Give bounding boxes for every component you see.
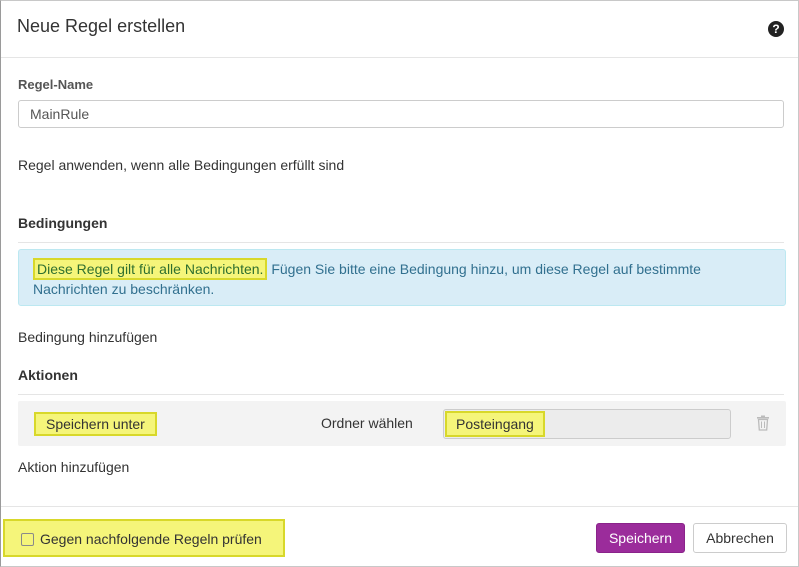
folder-select[interactable]: Posteingang xyxy=(443,409,731,439)
save-button[interactable]: Speichern xyxy=(596,523,685,553)
action-type-select[interactable]: Speichern unter xyxy=(34,412,157,436)
conditions-title: Bedingungen xyxy=(18,215,108,231)
rule-name-input[interactable] xyxy=(18,100,784,128)
alert-highlight-text: Diese Regel gilt für alle Nachrichten. xyxy=(33,258,268,280)
apply-condition-text: Regel anwenden, wenn alle Bedingungen er… xyxy=(18,157,345,173)
continue-rules-checkbox[interactable] xyxy=(21,533,34,546)
actions-divider xyxy=(18,394,784,395)
cancel-button[interactable]: Abbrechen xyxy=(693,523,787,553)
conditions-divider xyxy=(18,242,784,243)
dialog-footer: Gegen nachfolgende Regeln prüfen Speiche… xyxy=(1,506,798,567)
actions-title: Aktionen xyxy=(18,367,78,383)
folder-select-value: Posteingang xyxy=(445,411,545,437)
continue-rules-checkbox-wrap[interactable]: Gegen nachfolgende Regeln prüfen xyxy=(3,519,285,557)
create-rule-dialog: Neue Regel erstellen ? Regel-Name Regel … xyxy=(0,0,799,567)
dialog-title: Neue Regel erstellen xyxy=(17,16,186,36)
trash-icon[interactable] xyxy=(756,415,770,431)
folder-label: Ordner wählen xyxy=(321,415,413,431)
dialog-header: Neue Regel erstellen ? xyxy=(1,1,798,58)
conditions-info-alert: Diese Regel gilt für alle Nachrichten. F… xyxy=(18,249,786,306)
add-action-link[interactable]: Aktion hinzufügen xyxy=(18,459,129,475)
add-condition-link[interactable]: Bedingung hinzufügen xyxy=(18,329,157,345)
continue-rules-label[interactable]: Gegen nachfolgende Regeln prüfen xyxy=(40,531,262,547)
rule-name-label: Regel-Name xyxy=(18,77,94,92)
action-row: Speichern unter Ordner wählen Posteingan… xyxy=(18,401,786,446)
question-circle-icon[interactable]: ? xyxy=(768,21,784,37)
